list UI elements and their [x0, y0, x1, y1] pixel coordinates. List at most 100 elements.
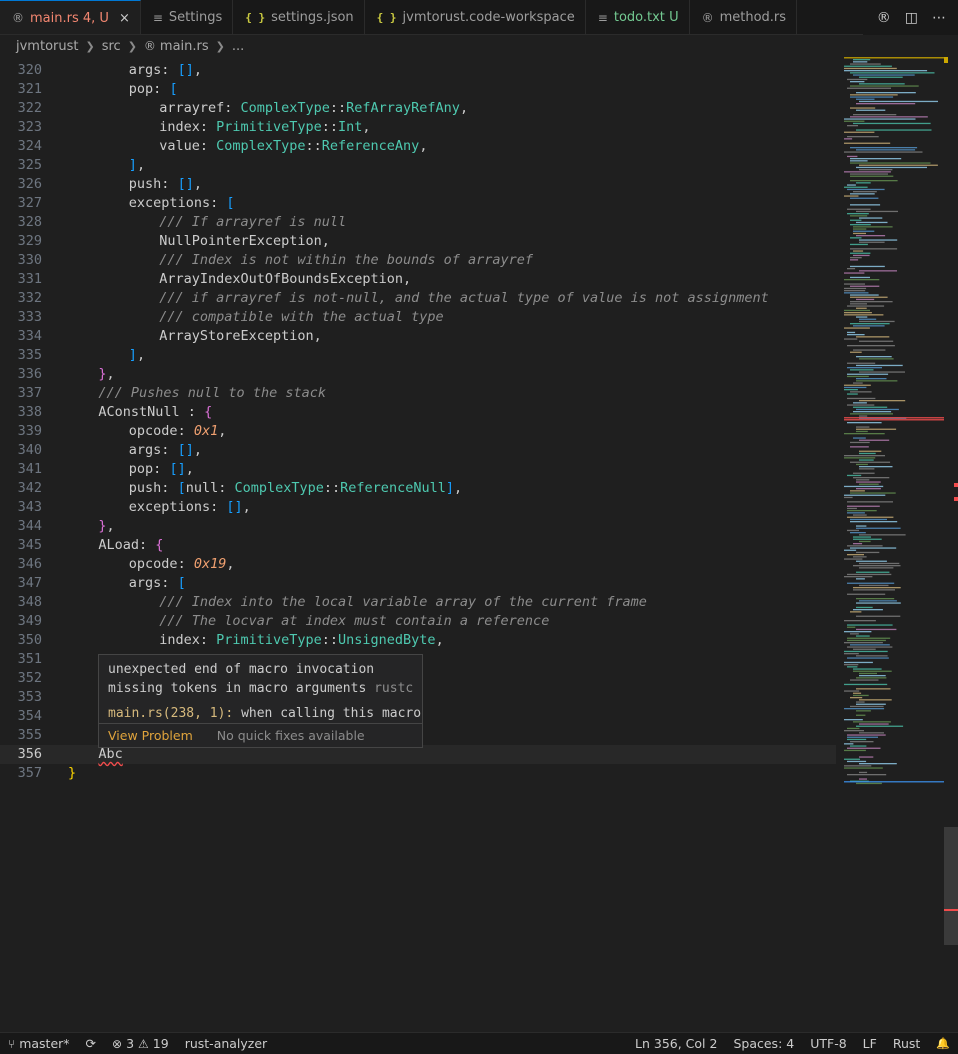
line-number: 345: [17, 537, 42, 553]
extension-status[interactable]: rust-analyzer: [177, 1033, 276, 1054]
code-line[interactable]: 335],: [0, 346, 836, 365]
branch-status[interactable]: ⑂ master*: [0, 1033, 78, 1054]
minimap-line: [856, 488, 881, 490]
tab-main-rs[interactable]: ® main.rs 4, U ×: [0, 0, 141, 34]
code-line[interactable]: 322 arrayref: ComplexType::RefArrayRefAny…: [0, 99, 836, 118]
minimap-line: [856, 316, 868, 318]
minimap-line: [844, 708, 885, 710]
code-line[interactable]: 321 pop: [: [0, 80, 836, 99]
indentation-status[interactable]: Spaces: 4: [725, 1033, 802, 1054]
minimap-line: [847, 305, 885, 307]
code-token: push:: [128, 480, 178, 496]
editor-actions: ® ◫ ⋯: [862, 0, 958, 35]
code-line[interactable]: 345 ALoad: {: [0, 536, 836, 555]
code-line[interactable]: 349 /// The locvar at index must contain …: [0, 612, 836, 631]
minimap-line: [853, 437, 866, 439]
code-line[interactable]: 347 args: [: [0, 574, 836, 593]
code-line[interactable]: 332 /// if arrayref is not-null, and the …: [0, 289, 836, 308]
minimap-line: [847, 545, 883, 547]
minimap-line: [847, 78, 868, 81]
code-line[interactable]: 336},: [0, 365, 836, 384]
code-line[interactable]: 327 exceptions: [: [0, 194, 836, 213]
breadcrumb-item[interactable]: ...: [232, 39, 244, 54]
minimap-line: [850, 116, 928, 118]
code-line[interactable]: 338 AConstNull : {: [0, 403, 836, 422]
code-token: ArrayStoreException,: [159, 328, 322, 344]
rust-icon[interactable]: ®: [877, 10, 891, 26]
breadcrumb-item[interactable]: jvmtorust: [16, 39, 78, 54]
minimap-line: [859, 415, 868, 417]
code-line[interactable]: 329 NullPointerException,: [0, 232, 836, 251]
tab-settings[interactable]: ≡ Settings: [141, 0, 234, 34]
code-token: ::: [323, 480, 341, 496]
minimap-line: [859, 732, 884, 734]
minimap-line: [850, 633, 859, 635]
code-line[interactable]: 340 args: [],: [0, 441, 836, 460]
line-number: 327: [17, 195, 42, 211]
code-line[interactable]: 341 pop: [],: [0, 460, 836, 479]
code-line[interactable]: 320 args: [],: [0, 61, 836, 80]
related-location-link[interactable]: main.rs(238, 1):: [108, 706, 233, 721]
tab-todo-txt[interactable]: ≡ todo.txt U: [586, 0, 690, 34]
split-editor-icon[interactable]: ◫: [905, 10, 918, 26]
view-problem-link[interactable]: View Problem: [108, 728, 193, 743]
code-line[interactable]: 339 opcode: 0x1,: [0, 422, 836, 441]
more-actions-icon[interactable]: ⋯: [932, 10, 946, 26]
minimap-line: [847, 188, 885, 191]
vertical-scrollbar[interactable]: [944, 57, 958, 1032]
breadcrumb-item[interactable]: main.rs: [160, 39, 209, 54]
notifications-button[interactable]: 🔔: [928, 1033, 958, 1054]
code-line[interactable]: 334 ArrayStoreException,: [0, 327, 836, 346]
minimap-line: [859, 318, 877, 320]
code-line[interactable]: 328 /// If arrayref is null: [0, 213, 836, 232]
minimap-line: [850, 85, 919, 87]
code-line[interactable]: 357}: [0, 764, 836, 783]
minimap-line: [853, 536, 871, 538]
tab-workspace[interactable]: { } jvmtorust.code-workspace: [365, 0, 586, 34]
minimap-line: [847, 516, 894, 518]
breadcrumb-item[interactable]: src: [102, 39, 121, 54]
code-line[interactable]: 337 /// Pushes null to the stack: [0, 384, 836, 403]
tab-settings-json[interactable]: { } settings.json: [233, 0, 365, 34]
minimap-line: [850, 461, 891, 463]
code-line[interactable]: 324 value: ComplexType::ReferenceAny,: [0, 137, 836, 156]
code-line[interactable]: 326 push: [],: [0, 175, 836, 194]
minimap-line: [856, 628, 897, 631]
minimap-line: [850, 285, 880, 287]
sync-button[interactable]: ⟳: [78, 1033, 104, 1054]
code-token: /// if arrayref is not-null, and the act…: [159, 290, 769, 306]
encoding-status[interactable]: UTF-8: [802, 1033, 854, 1054]
line-number: 349: [17, 613, 42, 629]
eol-status[interactable]: LF: [855, 1033, 885, 1054]
code-line[interactable]: 350 index: PrimitiveType::UnsignedByte,: [0, 631, 836, 650]
code-line[interactable]: 325],: [0, 156, 836, 175]
minimap-line: [844, 719, 863, 721]
code-line[interactable]: 331 ArrayIndexOutOfBoundsException,: [0, 270, 836, 289]
code-line[interactable]: 323 index: PrimitiveType::Int,: [0, 118, 836, 137]
minimap-line: [856, 578, 865, 580]
minimap-line: [856, 307, 867, 309]
code-line[interactable]: 348 /// Index into the local variable arr…: [0, 593, 836, 612]
code-line[interactable]: 344},: [0, 517, 836, 536]
close-icon[interactable]: ×: [119, 11, 130, 26]
problems-status[interactable]: ⊗ 3 ⚠ 19: [104, 1033, 177, 1054]
code-line[interactable]: 342 push: [null: ComplexType::ReferenceNu…: [0, 479, 836, 498]
minimap-line: [856, 479, 870, 481]
cursor-position[interactable]: Ln 356, Col 2: [627, 1033, 725, 1054]
minimap-line: [844, 338, 858, 340]
minimap-line: [859, 584, 889, 587]
code-line[interactable]: 333 /// compatible with the actual type: [0, 308, 836, 327]
code-token: /// Index is not within the bounds of ar…: [159, 252, 534, 268]
code-line[interactable]: 330 /// Index is not within the bounds of…: [0, 251, 836, 270]
hover-message: missing tokens in macro arguments: [108, 681, 367, 696]
code-line[interactable]: 343 exceptions: [],: [0, 498, 836, 517]
minimap[interactable]: [838, 57, 946, 1032]
minimap-line: [847, 184, 856, 186]
code-line[interactable]: 346 opcode: 0x19,: [0, 555, 836, 574]
language-mode[interactable]: Rust: [885, 1033, 928, 1054]
minimap-line: [844, 279, 880, 281]
tab-method-rs[interactable]: ® method.rs: [690, 0, 798, 34]
minimap-line: [847, 573, 892, 576]
code-editor[interactable]: 320 args: [], 321 pop: [322 arrayref: Comple…: [0, 57, 838, 1032]
minimap-line: [850, 276, 870, 279]
